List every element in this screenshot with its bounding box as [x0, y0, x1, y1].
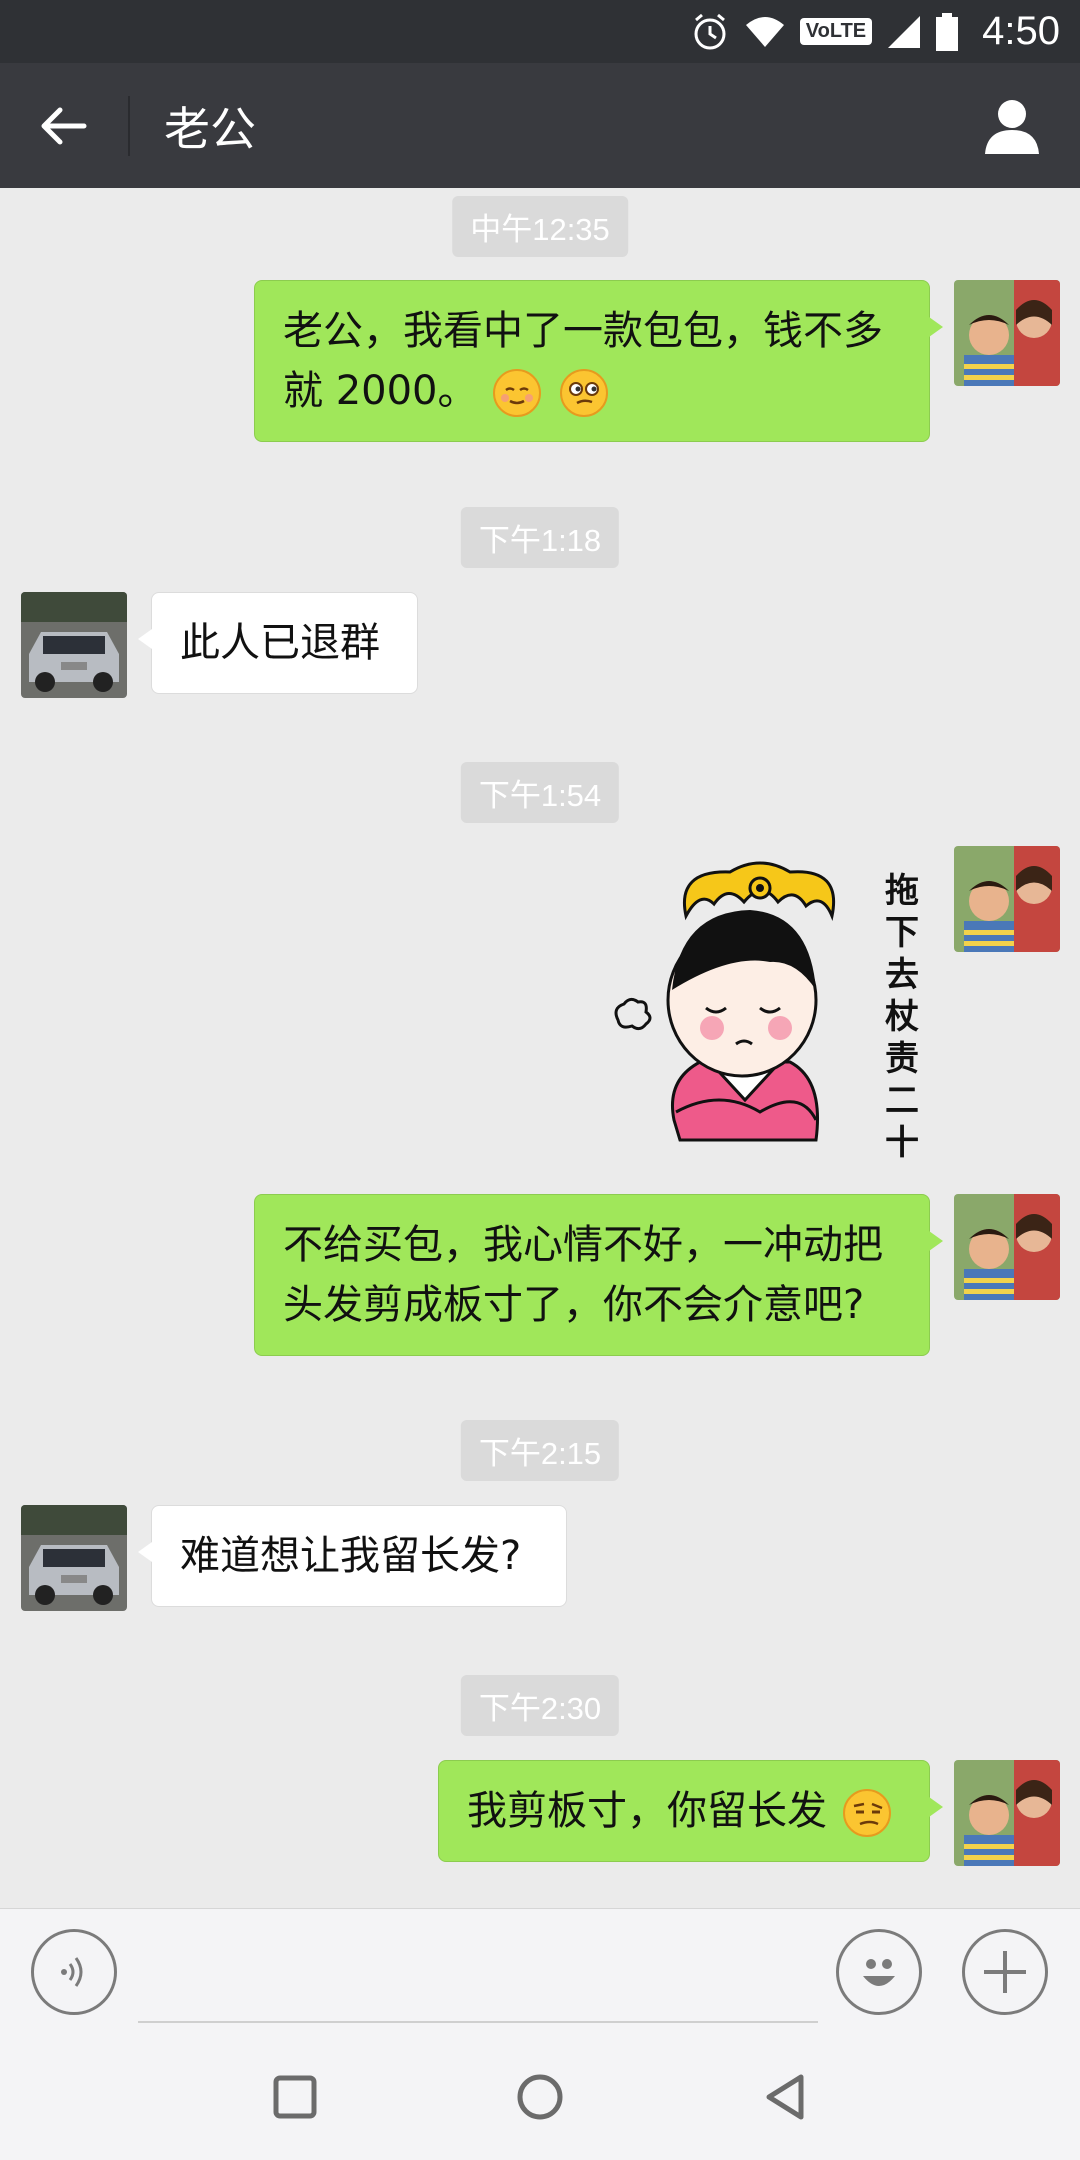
sticker-caption: 拖下去杖责二十 — [885, 871, 919, 1163]
battery-icon — [936, 12, 959, 51]
contact-avatar[interactable] — [21, 1505, 127, 1611]
chat-title: 老公 — [164, 101, 256, 156]
my-avatar[interactable] — [954, 1194, 1060, 1300]
voice-button[interactable] — [31, 1929, 117, 2015]
timestamp: 下午2:15 — [460, 1420, 620, 1481]
clock: 4:50 — [982, 9, 1060, 53]
timestamp: 下午1:54 — [460, 762, 620, 823]
status-bar: VoLTE 4:50 — [0, 0, 1080, 63]
volte-icon: VoLTE — [799, 18, 873, 45]
alarm-icon — [690, 12, 730, 52]
back-button[interactable] — [0, 63, 128, 188]
message-text: 难道想让我留长发? — [180, 1533, 522, 1579]
signal-icon — [886, 14, 922, 50]
voice-icon — [61, 1957, 83, 1987]
contact-avatar[interactable] — [21, 592, 127, 698]
recent-apps-icon — [273, 2075, 317, 2119]
message-text: 不给买包，我心情不好，一冲动把头发剪成板寸了，你不会介意吧? — [283, 1222, 883, 1328]
home-icon — [517, 2074, 563, 2120]
smirk-emoji-icon — [559, 369, 608, 417]
chat-area[interactable]: 中午12:35 老公，我看中了一款包包，钱不多就 2000。 下午1:18 此人… — [0, 188, 1080, 1908]
emoji-icon — [863, 1959, 895, 1986]
input-bar — [0, 1908, 1080, 2034]
message-bubble-them[interactable]: 此人已退群 — [138, 592, 418, 694]
message-bubble-me[interactable]: 我剪板寸，你留长发 — [438, 1760, 943, 1862]
message-text: 此人已退群 — [180, 620, 380, 666]
my-avatar[interactable] — [954, 1760, 1060, 1866]
my-avatar[interactable] — [954, 280, 1060, 386]
timestamp: 下午1:18 — [460, 507, 620, 568]
plus-icon — [984, 1951, 1026, 1993]
message-bubble-me[interactable]: 不给买包，我心情不好，一冲动把头发剪成板寸了，你不会介意吧? — [254, 1194, 943, 1356]
back-arrow-icon — [41, 107, 87, 144]
message-text: 我剪板寸，你留长发 — [467, 1788, 827, 1834]
chat-header: 老公 — [0, 63, 1080, 188]
person-icon — [985, 99, 1039, 154]
system-back-button[interactable] — [740, 2052, 830, 2142]
skeptical-emoji-icon — [842, 1789, 891, 1837]
system-nav-bar — [0, 2034, 1080, 2160]
message-input[interactable] — [138, 1935, 818, 2023]
timestamp: 下午2:30 — [460, 1675, 620, 1736]
timestamp: 中午12:35 — [452, 196, 628, 257]
message-bubble-them[interactable]: 难道想让我留长发? — [138, 1505, 567, 1607]
blush-emoji-icon — [493, 369, 542, 417]
message-bubble-me[interactable]: 老公，我看中了一款包包，钱不多就 2000。 — [254, 280, 943, 442]
back-icon — [766, 2074, 804, 2120]
home-button[interactable] — [495, 2052, 585, 2142]
emoji-button[interactable] — [836, 1929, 922, 2015]
wifi-icon — [744, 15, 786, 49]
profile-button[interactable] — [952, 63, 1072, 188]
more-button[interactable] — [962, 1929, 1048, 2015]
my-avatar[interactable] — [954, 846, 1060, 952]
header-divider — [128, 95, 130, 156]
recent-apps-button[interactable] — [250, 2052, 340, 2142]
